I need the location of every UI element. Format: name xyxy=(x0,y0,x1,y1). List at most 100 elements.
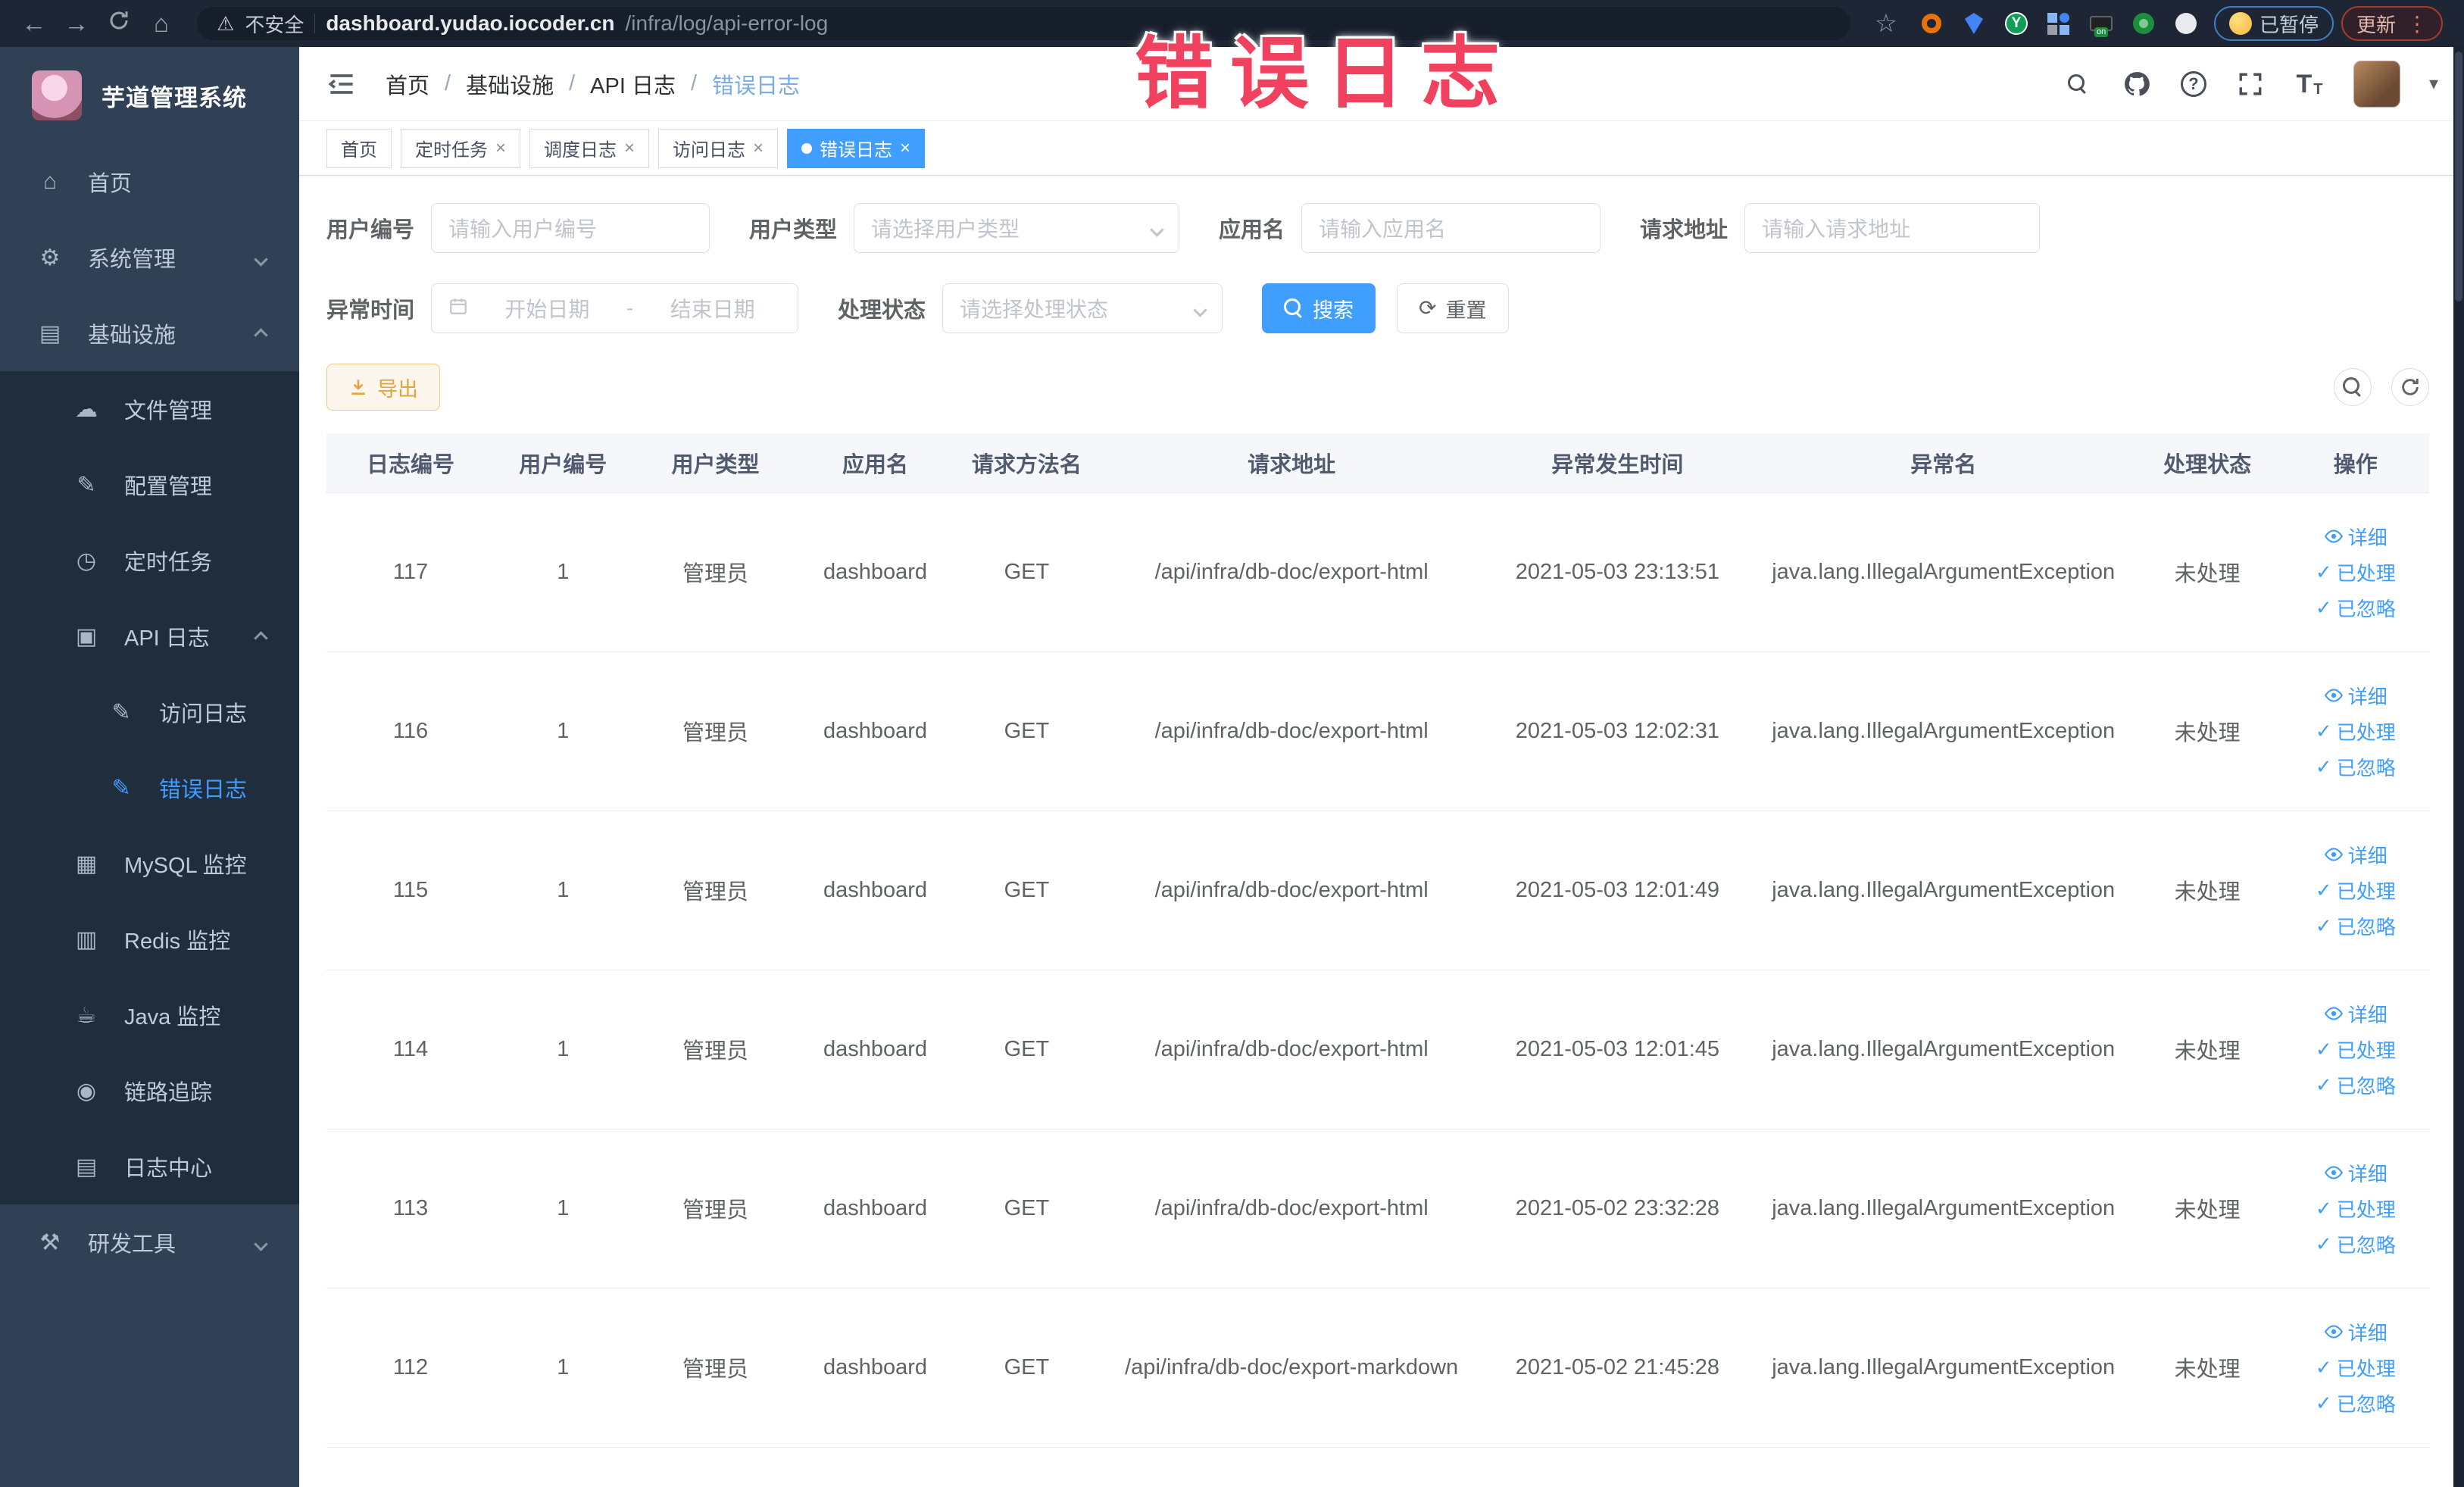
breadcrumb-item[interactable]: 首页 xyxy=(386,68,429,100)
reset-button[interactable]: ⟳ 重置 xyxy=(1397,283,1509,333)
mark-processed-link[interactable]: ✓ 已处理 xyxy=(2316,1354,2396,1382)
cell-user_id: 1 xyxy=(495,970,632,1129)
mark-ignored-link[interactable]: ✓ 已忽略 xyxy=(2316,1071,2396,1099)
sidebar-item-api-log[interactable]: ▣ API 日志 xyxy=(0,598,299,674)
security-label[interactable]: 不安全 xyxy=(245,10,304,38)
close-icon[interactable]: × xyxy=(624,139,635,158)
detail-link[interactable]: 详细 xyxy=(2324,841,2387,869)
sidebar-item-file[interactable]: ☁ 文件管理 xyxy=(0,371,299,447)
breadcrumb-separator: / xyxy=(690,71,698,95)
sidebar-item-job[interactable]: ◷ 定时任务 xyxy=(0,523,299,598)
search-button[interactable]: 搜索 xyxy=(1262,283,1376,333)
tab-访问日志[interactable]: 访问日志 × xyxy=(658,128,779,168)
chevron-down-icon xyxy=(1193,296,1207,320)
export-button[interactable]: 导出 xyxy=(326,364,440,411)
bookmark-star-icon[interactable]: ☆ xyxy=(1869,0,1903,47)
cell-user_type: 管理员 xyxy=(631,492,800,652)
close-icon[interactable]: × xyxy=(495,139,506,158)
sidebar-item-mysql[interactable]: ▦ MySQL 监控 xyxy=(0,826,299,901)
page-scrollbar[interactable] xyxy=(2453,47,2464,1487)
cell-time: 2021-05-02 21:45:28 xyxy=(1480,1288,1754,1448)
mark-processed-link[interactable]: ✓ 已处理 xyxy=(2316,876,2396,904)
sidebar-item-access-log[interactable]: ✎ 访问日志 xyxy=(0,674,299,750)
refresh-button[interactable] xyxy=(2391,368,2429,406)
mark-processed-link[interactable]: ✓ 已处理 xyxy=(2316,1036,2396,1064)
mark-ignored-link[interactable]: ✓ 已忽略 xyxy=(2316,1389,2396,1417)
row-actions: 详细 ✓ 已处理 ✓ 已忽略 xyxy=(2282,682,2429,781)
detail-link[interactable]: 详细 xyxy=(2324,523,2387,551)
close-icon[interactable]: × xyxy=(753,139,764,158)
mark-ignored-link[interactable]: ✓ 已忽略 xyxy=(2316,912,2396,940)
browser-back-icon[interactable]: ← xyxy=(17,0,52,47)
filter-request-url-input[interactable]: 请输入请求地址 xyxy=(1744,203,2041,253)
sidebar-item-redis[interactable]: ▥ Redis 监控 xyxy=(0,901,299,977)
sidebar-item-error-log[interactable]: ✎ 错误日志 xyxy=(0,750,299,826)
search-icon[interactable] xyxy=(2063,69,2093,99)
detail-link[interactable]: 详细 xyxy=(2324,682,2387,710)
mark-ignored-link[interactable]: ✓ 已忽略 xyxy=(2316,753,2396,781)
tab-label: 定时任务 xyxy=(415,140,488,161)
filter-process-status-select[interactable]: 请选择处理状态 xyxy=(942,283,1223,333)
browser-home-icon[interactable]: ⌂ xyxy=(144,0,179,47)
scrollbar-thumb[interactable] xyxy=(2455,52,2462,301)
extension-leaf-icon[interactable] xyxy=(2131,11,2156,36)
filter-app-name-input[interactable]: 请输入应用名 xyxy=(1301,203,1601,253)
filter-user-type-select[interactable]: 请选择用户类型 xyxy=(854,203,1180,253)
extension-paw-icon[interactable] xyxy=(2173,11,2199,36)
sidebar-item-system[interactable]: ⚙ 系统管理 xyxy=(0,220,299,295)
extension-grid-icon[interactable] xyxy=(2046,11,2072,36)
paused-extension-pill[interactable]: 已暂停 xyxy=(2213,6,2334,41)
mark-ignored-link[interactable]: ✓ 已忽略 xyxy=(2316,1230,2396,1258)
browser-reload-icon[interactable] xyxy=(101,0,136,47)
chevron-down-icon xyxy=(1150,216,1164,240)
extension-orange-ring-icon[interactable] xyxy=(1919,11,1944,36)
sidebar-item-log-center[interactable]: ▤ 日志中心 xyxy=(0,1129,299,1204)
tab-调度日志[interactable]: 调度日志 × xyxy=(529,128,650,168)
cell-app_name: dashboard xyxy=(799,651,951,811)
browser-menu-icon[interactable]: ⋮ xyxy=(2406,11,2428,36)
sidebar-item-java[interactable]: ☕ Java 监控 xyxy=(0,977,299,1053)
cell-status: 未处理 xyxy=(2132,651,2282,811)
cell-app_name: dashboard xyxy=(799,1129,951,1289)
extension-green-circle-icon[interactable]: Y xyxy=(2003,11,2029,36)
github-icon[interactable] xyxy=(2122,69,2152,99)
detail-link[interactable]: 详细 xyxy=(2324,1159,2387,1187)
font-size-icon[interactable]: TT xyxy=(2294,69,2325,99)
tab-定时任务[interactable]: 定时任务 × xyxy=(401,128,521,168)
fullscreen-icon[interactable] xyxy=(2235,69,2266,99)
breadcrumb-item[interactable]: API 日志 xyxy=(590,68,676,100)
browser-update-button[interactable]: 更新 ⋮ xyxy=(2341,6,2443,41)
sidebar-item-dev-tools[interactable]: ⚒ 研发工具 xyxy=(0,1204,299,1280)
sidebar-item-infra[interactable]: ▤ 基础设施 xyxy=(0,295,299,371)
close-icon[interactable]: × xyxy=(900,139,910,158)
user-avatar[interactable] xyxy=(2353,60,2400,108)
sidebar-item-home[interactable]: ⌂ 首页 xyxy=(0,144,299,220)
edit-icon: ✎ xyxy=(111,699,131,725)
extension-switch-on-icon[interactable] xyxy=(2088,11,2114,37)
filter-user-id-input[interactable]: 请输入用户编号 xyxy=(431,203,710,253)
extension-shield-icon[interactable] xyxy=(1961,11,1987,36)
breadcrumb: 首页 / 基础设施 / API 日志 / 错误日志 xyxy=(386,68,800,100)
tab-错误日志[interactable]: 错误日志 × xyxy=(787,128,926,168)
sidebar-logo-row[interactable]: 芋道管理系统 xyxy=(0,47,299,144)
mark-ignored-link[interactable]: ✓ 已忽略 xyxy=(2316,594,2396,622)
detail-link[interactable]: 详细 xyxy=(2324,1000,2387,1028)
sidebar-menu: ⌂ 首页 ⚙ 系统管理 ▤ 基础设施 ☁ 文件管理 ✎ 配置管理 ◷ 定时任务 ▣ API 日志 ✎ 访问日志… xyxy=(0,144,299,1280)
sidebar-item-trace[interactable]: ◉ 链路追踪 xyxy=(0,1053,299,1129)
sidebar-item-label: API 日志 xyxy=(124,626,210,651)
sidebar-item-config[interactable]: ✎ 配置管理 xyxy=(0,447,299,523)
mark-processed-link[interactable]: ✓ 已处理 xyxy=(2316,558,2396,586)
browser-forward-icon[interactable]: → xyxy=(59,0,94,47)
mark-processed-link[interactable]: ✓ 已处理 xyxy=(2316,1195,2396,1223)
hamburger-icon[interactable] xyxy=(325,67,358,101)
mark-processed-link[interactable]: ✓ 已处理 xyxy=(2316,717,2396,745)
filter-exception-time-input[interactable]: 开始日期 - 结束日期 xyxy=(431,283,799,333)
caret-down-icon[interactable]: ▾ xyxy=(2429,73,2438,95)
toggle-search-button[interactable] xyxy=(2334,368,2372,406)
tab-首页[interactable]: 首页 xyxy=(326,128,392,168)
help-icon[interactable]: ? xyxy=(2180,70,2206,97)
detail-link[interactable]: 详细 xyxy=(2324,1318,2387,1346)
breadcrumb-item[interactable]: 基础设施 xyxy=(466,68,554,100)
address-bar[interactable]: ⚠ 不安全 dashboard.yudao.iocoder.cn /infra/… xyxy=(197,7,1850,40)
cell-actions: 详细 ✓ 已处理 ✓ 已忽略 xyxy=(2281,1129,2429,1289)
